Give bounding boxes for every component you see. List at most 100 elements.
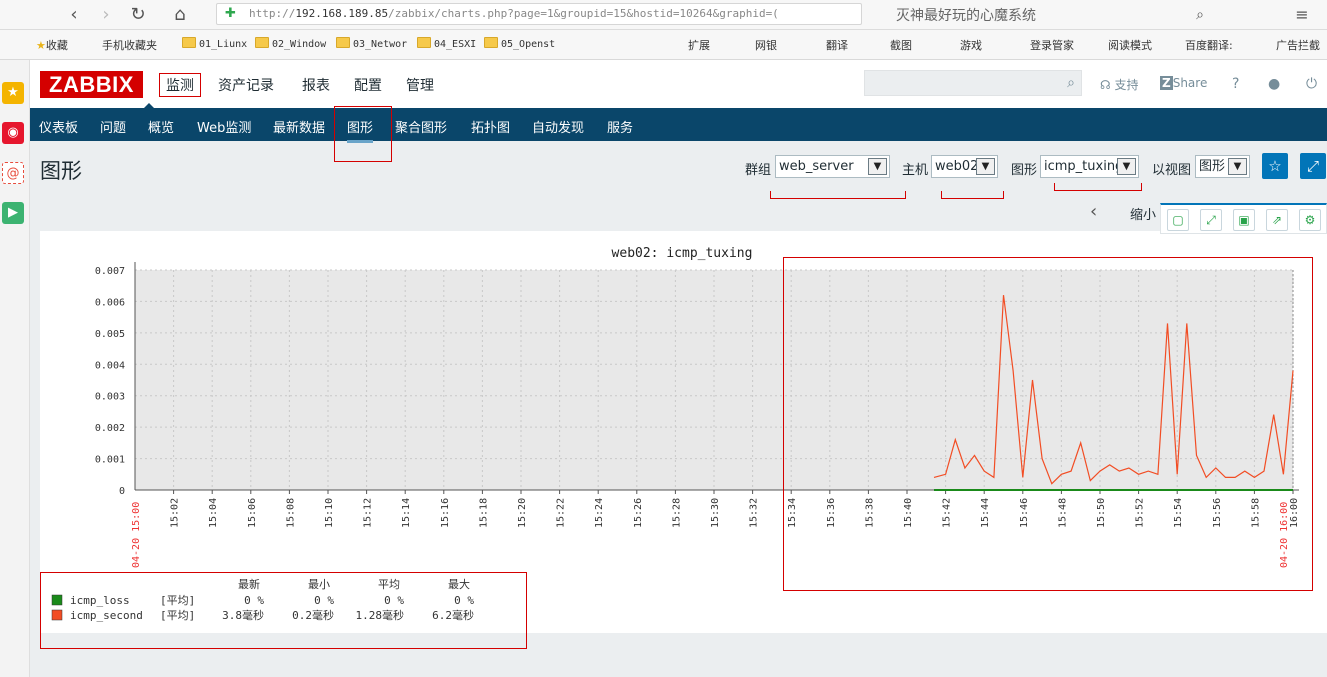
favorite-star-button[interactable]: ☆ (1262, 153, 1288, 179)
star-icon: ☆ (1268, 157, 1282, 175)
save-icon[interactable]: ▣ (1233, 209, 1255, 231)
menu-administration[interactable]: 管理 (406, 75, 434, 95)
submenu-bar: 仪表板 问题 概览 Web监测 最新数据 图形 聚合图形 拓扑图 自动发现 服务 (30, 106, 1327, 162)
submenu-web[interactable]: Web监测 (197, 117, 251, 136)
y-tick-label: 0.002 (95, 423, 125, 434)
address-bar[interactable]: ✚ http://192.168.189.85/zabbix/charts.ph… (216, 3, 862, 25)
forward-icon[interactable]: › (94, 3, 118, 27)
export-icon[interactable]: ⇗ (1266, 209, 1288, 231)
expand-icon[interactable]: ⤢ (1200, 209, 1222, 231)
x-tick-label: 15:20 (517, 498, 528, 528)
mail-icon[interactable]: @ (2, 162, 24, 184)
extension-adblock[interactable]: 广告拦截 (1276, 37, 1320, 53)
submenu-discovery[interactable]: 自动发现 (532, 117, 584, 136)
graph-select[interactable]: icmp_tuxing ▼ (1040, 155, 1139, 178)
chevron-down-icon: ▼ (1117, 158, 1136, 175)
browser-sidebar: ★ ◉ @ ▶ (0, 60, 30, 677)
search-icon[interactable]: ⌕ (1067, 75, 1075, 91)
fullscreen-button[interactable]: ⤢ (1300, 153, 1326, 179)
logout-icon[interactable]: ⏻ (1306, 76, 1317, 92)
submenu-overview[interactable]: 概览 (148, 117, 174, 136)
menu-inventory[interactable]: 资产记录 (218, 75, 274, 95)
annotation-legend-region (40, 572, 527, 649)
x-tick-label: 15:28 (671, 498, 682, 528)
extension-login[interactable]: 登录管家 (1030, 37, 1074, 53)
x-start-label: 04-20 15:00 (131, 502, 142, 568)
search-icon[interactable]: ⌕ (1188, 3, 1212, 27)
menu-icon[interactable]: ≡ (1290, 3, 1314, 27)
x-tick-label: 15:32 (749, 498, 760, 528)
copy-icon[interactable]: ▢ (1167, 209, 1189, 231)
y-tick-label: 0.007 (95, 266, 125, 277)
browser-toolbar: ‹ › ↻ ⌂ ✚ http://192.168.189.85/zabbix/c… (0, 0, 1327, 30)
extension-games[interactable]: 游戏 (960, 37, 982, 53)
home-icon[interactable]: ⌂ (168, 3, 192, 27)
extension-translate[interactable]: 翻译 (826, 37, 848, 53)
extension-baidu-translate[interactable]: 百度翻译: (1185, 37, 1233, 53)
zabbix-logo[interactable]: ZABBIX (40, 71, 143, 98)
x-tick-label: 15:26 (633, 498, 644, 528)
fullscreen-icon: ⤢ (1306, 157, 1319, 175)
bookmark-mobile[interactable]: 手机收藏夹 (102, 37, 157, 53)
graph-label: 图形 (1011, 163, 1038, 178)
back-icon[interactable]: ‹ (62, 3, 86, 27)
help-icon[interactable]: ? (1232, 76, 1239, 92)
y-tick-label: 0.005 (95, 329, 125, 340)
bookmark-folder[interactable]: 01_Liunx (182, 37, 247, 50)
zabbix-header: ZABBIX 监测 资产记录 报表 配置 管理 ⌕ ☊ 支持 Z Share ? … (30, 60, 1327, 108)
y-tick-label: 0.003 (95, 392, 125, 403)
chevron-down-icon: ▼ (976, 158, 995, 175)
view-select[interactable]: 图形 ▼ (1195, 155, 1250, 178)
extension-reader[interactable]: 阅读模式 (1108, 37, 1152, 53)
x-tick-label: 15:12 (363, 498, 374, 528)
page-title: 图形 (40, 159, 82, 183)
group-label: 群组 (745, 163, 772, 178)
reload-icon[interactable]: ↻ (126, 3, 150, 27)
chart-title: web02: icmp_tuxing (612, 246, 753, 261)
global-search-input[interactable]: ⌕ (864, 70, 1082, 96)
bookmark-folder[interactable]: 02_Window (255, 37, 326, 50)
extension-screenshot[interactable]: 截图 (890, 37, 912, 53)
x-tick-label: 15:06 (247, 498, 258, 528)
annotation-underline (770, 191, 906, 199)
submenu-maps[interactable]: 拓扑图 (471, 117, 510, 136)
x-tick-label: 15:24 (594, 498, 605, 528)
bookmark-folder[interactable]: 05_Openst (484, 37, 555, 50)
menu-reports[interactable]: 报表 (302, 75, 330, 95)
y-tick-label: 0.001 (95, 455, 125, 466)
bookmark-favorites[interactable]: ★收藏 (36, 37, 68, 53)
submenu-problems[interactable]: 问题 (100, 117, 126, 136)
gear-icon[interactable]: ⚙ (1299, 209, 1321, 231)
y-tick-label: 0 (119, 486, 125, 497)
zoom-out-button[interactable]: 缩小 (1130, 204, 1156, 223)
host-label: 主机 (902, 163, 929, 178)
submenu-services[interactable]: 服务 (607, 117, 633, 136)
support-link[interactable]: ☊ 支持 (1100, 76, 1139, 93)
annotation-underline (941, 191, 1004, 199)
chevron-down-icon: ▼ (1228, 158, 1247, 175)
share-link[interactable]: Z Share (1160, 76, 1207, 90)
submenu-dashboard[interactable]: 仪表板 (39, 117, 78, 136)
submenu-latest-data[interactable]: 最新数据 (273, 117, 325, 136)
chevron-down-icon: ▼ (868, 158, 887, 175)
share-icon: Z (1160, 76, 1173, 90)
annotation-underline (1054, 183, 1142, 191)
bookmark-folder[interactable]: 03_Networ (336, 37, 407, 50)
extension-bank[interactable]: 网银 (755, 37, 777, 53)
chevron-left-icon[interactable]: ‹ (1090, 201, 1097, 222)
video-icon[interactable]: ▶ (2, 202, 24, 224)
extension-extend[interactable]: 扩展 (688, 37, 710, 53)
browser-search-hint[interactable]: 灭神最好玩的心魔系统 (896, 5, 1036, 25)
view-label: 以视图 (1152, 163, 1192, 178)
user-profile-icon[interactable]: ● (1268, 76, 1280, 92)
menu-monitoring[interactable]: 监测 (159, 73, 201, 97)
y-tick-label: 0.004 (95, 360, 125, 371)
menu-configuration[interactable]: 配置 (354, 75, 382, 95)
bookmark-folder[interactable]: 04_ESXI (417, 37, 476, 50)
submenu-screens[interactable]: 聚合图形 (395, 117, 447, 136)
weibo-icon[interactable]: ◉ (2, 122, 24, 144)
host-select[interactable]: web02 ▼ (931, 155, 998, 178)
star-icon[interactable]: ★ (2, 82, 24, 104)
x-tick-label: 15:22 (556, 498, 567, 528)
group-select[interactable]: web_server ▼ (775, 155, 890, 178)
